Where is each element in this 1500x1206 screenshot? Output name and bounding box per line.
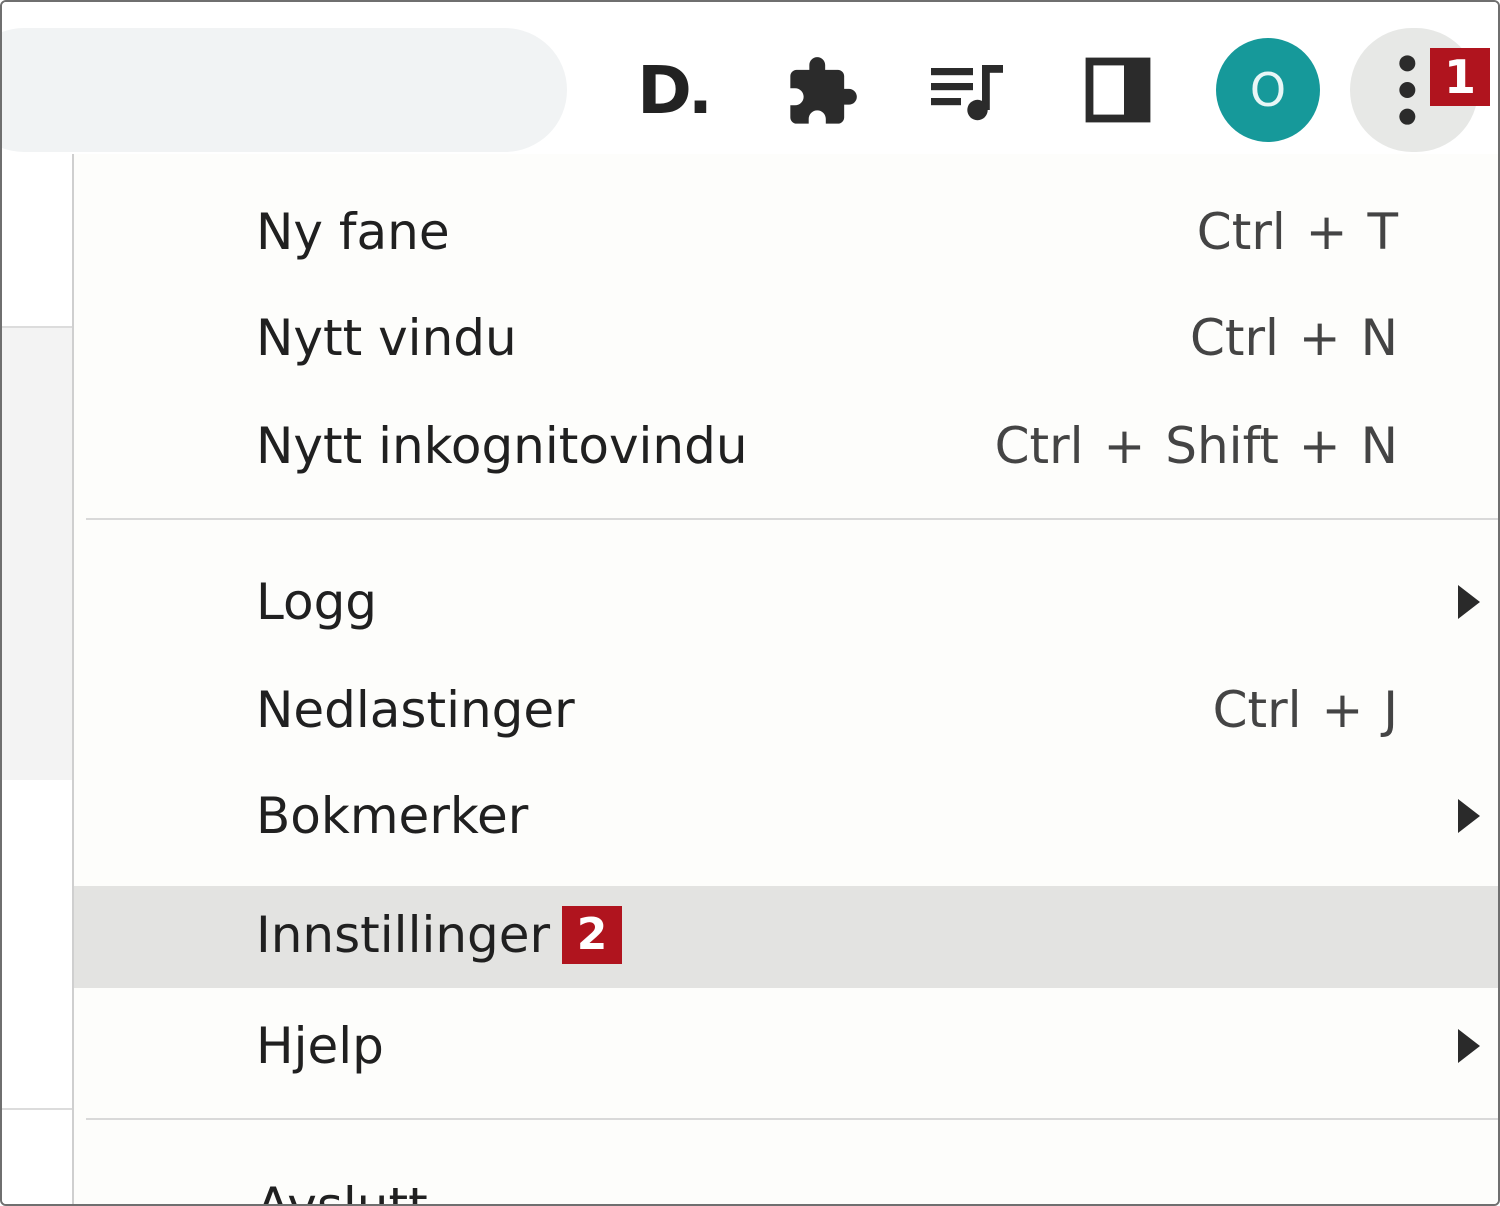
menu-separator xyxy=(86,518,1498,520)
puzzle-icon xyxy=(790,57,857,124)
menu-item-shortcut: Ctrl + J xyxy=(1212,681,1398,739)
menu-item-shortcut: Ctrl + Shift + N xyxy=(994,417,1398,475)
browser-window: D. O 1 Ny fane Ctrl + T Nytt vindu Ctrl … xyxy=(0,0,1500,1206)
submenu-arrow-icon xyxy=(1458,799,1480,833)
menu-item-label: Innstillinger 2 xyxy=(256,905,623,968)
menu-item-new-tab[interactable]: Ny fane Ctrl + T xyxy=(74,180,1498,284)
menu-item-label: Hjelp xyxy=(256,1017,384,1075)
menu-item-label: Nytt vindu xyxy=(256,309,517,367)
menu-item-label: Ny fane xyxy=(256,203,450,261)
step-badge-2: 2 xyxy=(562,905,623,964)
extension-d-logo-text: D. xyxy=(637,51,713,129)
extension-d-logo-icon[interactable]: D. xyxy=(628,50,718,130)
settings-label-text: Innstillinger xyxy=(256,906,551,965)
playlist-music-icon xyxy=(931,65,1003,121)
extensions-icon[interactable] xyxy=(784,54,860,130)
menu-item-exit[interactable]: Avslutt xyxy=(74,1154,1498,1206)
step-badge-1-text: 1 xyxy=(1443,50,1476,104)
browser-toolbar: D. O 1 xyxy=(2,2,1498,155)
menu-item-label: Nedlastinger xyxy=(256,681,575,739)
submenu-arrow-icon xyxy=(1458,585,1480,619)
side-panel-glyph-icon xyxy=(1085,57,1151,123)
profile-avatar[interactable]: O xyxy=(1216,38,1320,142)
menu-item-label: Logg xyxy=(256,573,378,631)
address-bar[interactable] xyxy=(2,28,567,152)
menu-item-shortcut: Ctrl + T xyxy=(1196,203,1398,261)
menu-item-help[interactable]: Hjelp xyxy=(74,994,1498,1098)
media-control-icon[interactable] xyxy=(928,54,1012,130)
menu-item-new-window[interactable]: Nytt vindu Ctrl + N xyxy=(74,286,1498,390)
menu-separator xyxy=(86,1118,1498,1120)
page-content-block xyxy=(2,326,72,780)
page-divider xyxy=(2,1108,72,1110)
menu-item-label: Bokmerker xyxy=(256,787,529,845)
side-panel-icon[interactable] xyxy=(1082,54,1154,126)
menu-item-history[interactable]: Logg xyxy=(74,550,1498,654)
menu-item-settings[interactable]: Innstillinger 2 xyxy=(74,886,1498,988)
chrome-main-menu: Ny fane Ctrl + T Nytt vindu Ctrl + N Nyt… xyxy=(72,154,1498,1206)
menu-item-shortcut: Ctrl + N xyxy=(1189,309,1398,367)
avatar-letter: O xyxy=(1249,63,1287,117)
step-badge-2-text: 2 xyxy=(576,909,608,961)
step-badge-1: 1 xyxy=(1430,48,1490,106)
menu-item-downloads[interactable]: Nedlastinger Ctrl + J xyxy=(74,658,1498,762)
submenu-arrow-icon xyxy=(1458,1029,1480,1063)
menu-item-label: Nytt inkognitovindu xyxy=(256,417,748,475)
page-content-edge xyxy=(2,154,72,1204)
kebab-menu-icon xyxy=(1399,55,1416,125)
menu-item-incognito-window[interactable]: Nytt inkognitovindu Ctrl + Shift + N xyxy=(74,394,1498,498)
menu-item-bookmarks[interactable]: Bokmerker xyxy=(74,764,1498,868)
menu-item-label: Avslutt xyxy=(256,1177,428,1206)
